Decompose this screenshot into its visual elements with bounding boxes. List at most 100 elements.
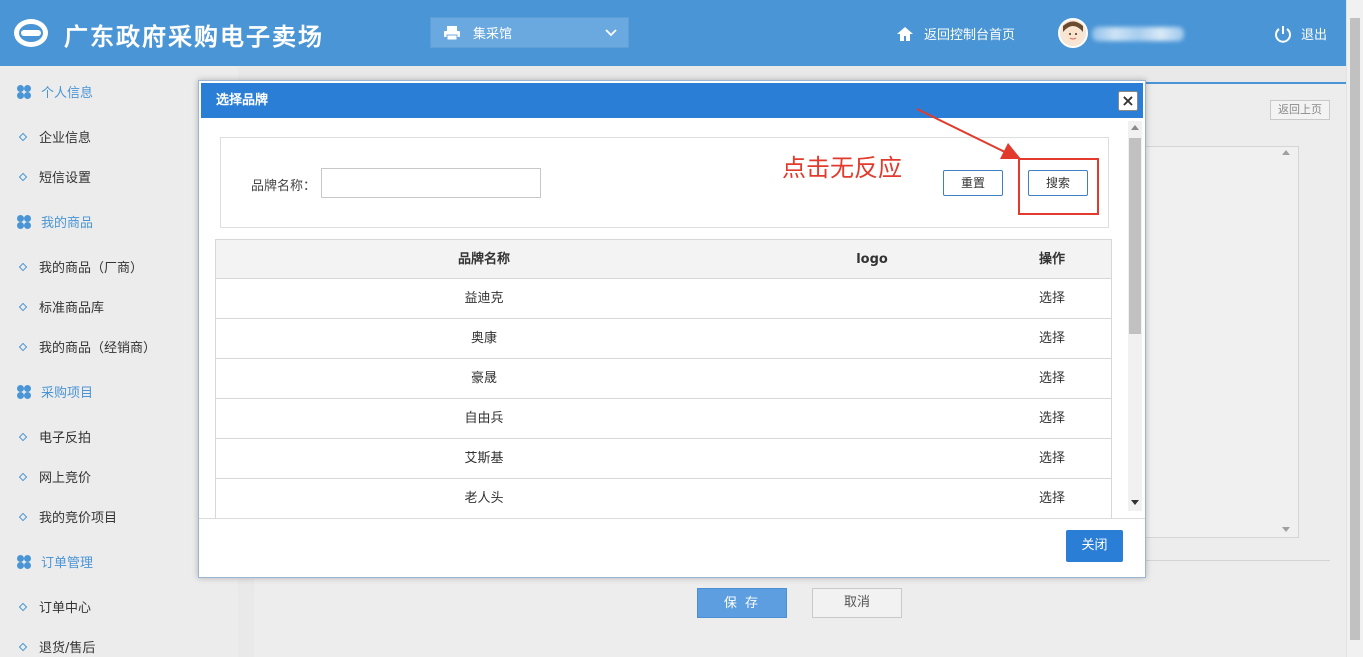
sidebar-item-my-products-dealer[interactable]: 我的商品（经销商） — [18, 337, 157, 356]
background-textarea[interactable] — [1142, 146, 1299, 538]
column-header: 操作 — [1038, 252, 1065, 267]
sidebar-item-label: 标准商品库 — [39, 301, 105, 316]
avatar-face-icon — [1060, 20, 1086, 46]
diamond-bullet-icon — [18, 512, 28, 521]
close-button[interactable]: 关闭 — [1066, 530, 1123, 562]
diamond-bullet-icon — [18, 432, 28, 441]
diamond-bullet-icon — [18, 302, 28, 311]
brand-name-cell: 艾斯基 — [464, 451, 504, 466]
brand-name-cell: 豪晟 — [470, 371, 497, 386]
table-row: 奥康 选择 — [216, 319, 1111, 359]
sidebar-item-standard-library[interactable]: 标准商品库 — [18, 297, 105, 316]
hall-select-label: 集采馆 — [473, 27, 513, 42]
brand-table: 品牌名称 logo 操作 益迪克 选择 奥康 选择 豪晟 选择 自由兵 选择 艾… — [215, 239, 1112, 518]
sidebar-group-products[interactable]: 我的商品 — [16, 212, 93, 231]
sidebar-item-my-bidding-projects[interactable]: 我的竞价项目 — [18, 507, 118, 526]
divider — [199, 518, 1145, 519]
back-button[interactable]: 返回上页 — [1270, 100, 1330, 120]
sidebar-item-label: 企业信息 — [39, 131, 92, 146]
logout-label: 退出 — [1301, 28, 1328, 43]
column-header: 品牌名称 — [457, 252, 510, 267]
sidebar-item-returns[interactable]: 退货/售后 — [18, 637, 96, 656]
clover-icon — [17, 384, 31, 399]
sidebar-item-label: 短信设置 — [39, 171, 92, 186]
username-blurred — [1092, 27, 1184, 41]
search-button[interactable]: 搜索 — [1028, 170, 1088, 196]
sidebar-item-label: 我的竞价项目 — [39, 511, 118, 526]
sidebar-item-sms-settings[interactable]: 短信设置 — [18, 167, 92, 186]
select-link[interactable]: 选择 — [992, 399, 1111, 438]
diamond-bullet-icon — [18, 472, 28, 481]
sidebar-item-my-products-manufacturer[interactable]: 我的商品（厂商） — [18, 257, 144, 276]
diamond-bullet-icon — [18, 642, 28, 651]
sidebar-item-label: 我的商品（经销商） — [39, 341, 157, 356]
sidebar-item-label: 我的商品（厂商） — [39, 261, 144, 276]
page-scrollbar[interactable] — [1346, 0, 1363, 657]
sidebar-group-label: 采购项目 — [41, 386, 94, 401]
brand-name-input[interactable] — [321, 168, 541, 198]
logo-icon — [14, 19, 48, 47]
table-header: 品牌名称 logo 操作 — [216, 239, 1111, 279]
sidebar-item-reverse-auction[interactable]: 电子反拍 — [18, 427, 92, 446]
brand-name-cell: 自由兵 — [464, 411, 504, 426]
sidebar-item-company-info[interactable]: 企业信息 — [18, 127, 92, 146]
scroll-down-arrow-icon[interactable] — [1282, 527, 1290, 532]
sidebar-group-label: 个人信息 — [41, 86, 94, 101]
reset-button[interactable]: 重置 — [943, 170, 1003, 196]
brand-name-cell: 奥康 — [470, 331, 497, 346]
brand-name-label: 品牌名称： — [251, 179, 317, 194]
table-row: 艾斯基 选择 — [216, 439, 1111, 479]
sidebar-item-online-bidding[interactable]: 网上竞价 — [18, 467, 92, 486]
scroll-up-arrow-icon[interactable] — [1282, 150, 1290, 155]
avatar[interactable] — [1058, 18, 1088, 48]
annotation-text: 点击无反应 — [782, 154, 902, 182]
logout-link[interactable]: 退出 — [1274, 24, 1327, 43]
sidebar-group-label: 我的商品 — [41, 216, 94, 231]
diamond-bullet-icon — [18, 172, 28, 181]
scrollbar-thumb[interactable] — [1350, 18, 1360, 640]
select-link[interactable]: 选择 — [992, 439, 1111, 478]
column-header: logo — [856, 252, 888, 267]
brand-name-cell: 老人头 — [464, 491, 504, 506]
cancel-button[interactable]: 取消 — [812, 588, 902, 618]
brand-select-dialog: 选择品牌 × 品牌名称： 点击无反应 重置 搜索 品牌名称 logo 操作 益迪… — [198, 80, 1146, 578]
sidebar-item-label: 电子反拍 — [39, 431, 92, 446]
chevron-down-icon — [605, 29, 617, 37]
home-link[interactable]: 返回控制台首页 — [896, 24, 1015, 43]
sidebar-item-label: 网上竞价 — [39, 471, 92, 486]
diamond-bullet-icon — [18, 602, 28, 611]
sidebar-item-label: 退货/售后 — [39, 641, 96, 656]
scrollbar-thumb[interactable] — [1129, 138, 1141, 334]
site-title: 广东政府采购电子卖场 — [64, 22, 324, 51]
diamond-bullet-icon — [18, 342, 28, 351]
select-link[interactable]: 选择 — [992, 279, 1111, 318]
scroll-up-arrow-icon[interactable] — [1131, 125, 1139, 130]
diamond-bullet-icon — [18, 262, 28, 271]
top-header: 广东政府采购电子卖场 集采馆 返回控制台首页 退出 — [0, 0, 1363, 66]
home-link-label: 返回控制台首页 — [924, 28, 1016, 43]
table-row: 豪晟 选择 — [216, 359, 1111, 399]
save-button[interactable]: 保 存 — [697, 588, 787, 618]
sidebar-group-orders[interactable]: 订单管理 — [16, 552, 93, 571]
diamond-bullet-icon — [18, 132, 28, 141]
sidebar-item-order-center[interactable]: 订单中心 — [18, 597, 92, 616]
divider — [1142, 560, 1330, 561]
clover-icon — [17, 554, 31, 569]
table-row: 益迪克 选择 — [216, 279, 1111, 319]
select-link[interactable]: 选择 — [992, 359, 1111, 398]
sidebar-group-personal[interactable]: 个人信息 — [16, 82, 93, 101]
printer-icon — [444, 25, 460, 40]
scroll-down-arrow-icon[interactable] — [1131, 500, 1139, 505]
table-row: 老人头 选择 — [216, 479, 1111, 518]
hall-select[interactable]: 集采馆 — [430, 17, 629, 48]
select-link[interactable]: 选择 — [992, 479, 1111, 518]
brand-name-cell: 益迪克 — [464, 291, 504, 306]
clover-icon — [17, 84, 31, 99]
sidebar-group-procurement[interactable]: 采购项目 — [16, 382, 93, 401]
sidebar-item-label: 订单中心 — [39, 601, 92, 616]
dialog-scrollbar[interactable] — [1128, 121, 1142, 511]
power-icon — [1275, 25, 1291, 43]
select-link[interactable]: 选择 — [992, 319, 1111, 358]
close-icon[interactable]: × — [1118, 91, 1138, 111]
home-icon — [897, 26, 913, 41]
